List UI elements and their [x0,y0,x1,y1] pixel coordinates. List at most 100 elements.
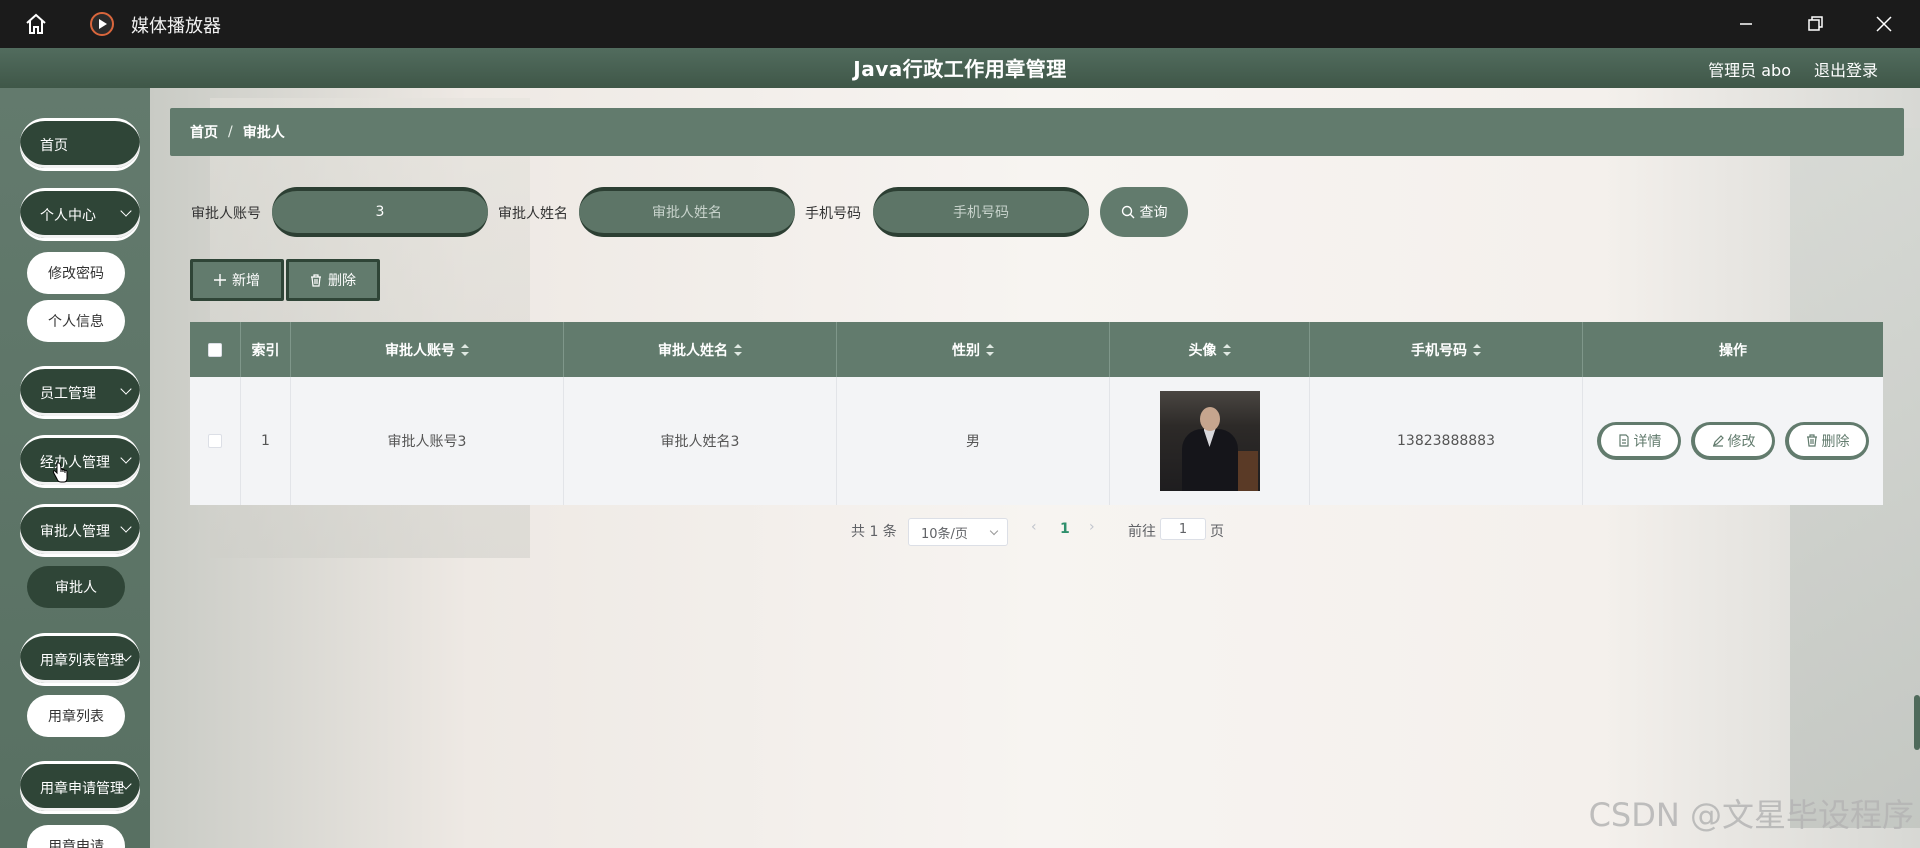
document-icon [1618,434,1629,447]
sort-icon[interactable] [1473,343,1481,356]
sidebar-item-approver[interactable]: 审批人 [27,566,125,608]
batch-delete-button-label: 删除 [328,273,356,289]
prev-page-icon[interactable]: ‹ [1031,519,1037,535]
search-icon [1121,205,1134,219]
batch-delete-button[interactable]: 删除 [286,259,380,301]
sidebar-item-employee-mgmt[interactable]: 员工管理 [20,366,140,416]
goto-page-input[interactable]: 1 [1160,518,1206,540]
name-search-input[interactable]: 审批人姓名 [579,187,795,237]
add-button-label: 新增 [232,273,260,289]
account-search-label: 审批人账号 [191,206,261,222]
query-button[interactable]: 查询 [1100,187,1188,237]
chevron-down-icon [120,521,132,533]
sidebar-item-seal-apply-mgmt[interactable]: 用章申请管理 [20,761,140,811]
watermark: CSDN @文星毕设程序 [1588,796,1914,834]
sidebar-item-handler-mgmt[interactable]: 经办人管理 [20,435,140,485]
detail-button[interactable]: 详情 [1597,422,1681,460]
header-avatar-label: 头像 [1188,342,1217,359]
edit-icon [1712,435,1724,447]
cell-index: 1 [241,377,291,505]
sort-icon[interactable] [986,343,994,356]
select-all-checkbox[interactable] [208,342,222,357]
page-size-select[interactable]: 10条/页 [908,518,1008,546]
cell-ops: 详情 修改 删除 [1583,377,1883,505]
plus-icon [214,274,226,286]
header-avatar[interactable]: 头像 [1110,322,1310,377]
sidebar-item-label: 首页 [40,137,68,154]
breadcrumb-current: 审批人 [242,125,285,141]
chevron-down-icon [120,383,132,395]
total-count: 共 1 条 [851,524,897,540]
account-search-input[interactable]: 3 [272,187,488,237]
header-phone[interactable]: 手机号码 [1310,322,1583,377]
name-search-label: 审批人姓名 [498,206,568,222]
admin-info: 管理员 abo [1708,61,1791,80]
header-gender[interactable]: 性别 [837,322,1110,377]
page-unit-label: 页 [1210,524,1224,540]
row-delete-button[interactable]: 删除 [1785,422,1869,460]
sidebar-item-label: 用章列表管理 [40,652,124,669]
scrollbar-thumb[interactable] [1914,695,1920,750]
sidebar-item-seal-list-mgmt[interactable]: 用章列表管理 [20,633,140,683]
header-index-label: 索引 [251,342,280,359]
row-checkbox[interactable] [208,434,222,448]
header-account-label: 审批人账号 [385,342,455,359]
minimize-icon[interactable] [1732,10,1760,38]
add-button[interactable]: 新增 [190,259,284,301]
cell-name: 审批人姓名3 [564,377,837,505]
sidebar-item-label: 审批人管理 [40,523,110,540]
next-page-icon[interactable]: › [1089,519,1095,535]
avatar[interactable] [1159,391,1260,491]
sidebar-item-label: 用章申请管理 [40,780,124,797]
sidebar-item-seal-list[interactable]: 用章列表 [27,695,125,737]
chevron-down-icon [989,526,999,536]
logout-link[interactable]: 退出登录 [1814,57,1878,81]
sidebar-item-label: 个人中心 [40,207,96,224]
header-gender-label: 性别 [952,342,980,359]
restore-icon[interactable] [1801,10,1829,38]
header-name-label: 审批人姓名 [658,342,728,359]
play-icon [88,10,116,38]
phone-search-label: 手机号码 [805,206,861,222]
sidebar: 首页 个人中心 修改密码 个人信息 员工管理 经办人管理 审批人管理 审批人 用… [0,88,150,848]
header-index: 索引 [241,322,291,377]
page-number-current[interactable]: 1 [1060,521,1070,537]
sidebar-item-change-password[interactable]: 修改密码 [27,252,125,294]
header-account[interactable]: 审批人账号 [291,322,564,377]
header-phone-label: 手机号码 [1411,342,1467,359]
trash-icon [1806,434,1817,447]
trash-icon [311,273,321,287]
sidebar-item-label: 员工管理 [40,385,96,402]
breadcrumb: 首页 / 审批人 [170,108,1904,156]
sidebar-item-personal-center[interactable]: 个人中心 [20,188,140,238]
sidebar-item-seal-apply[interactable]: 用章申请 [27,825,125,848]
breadcrumb-separator: / [228,124,233,140]
approver-table: 索引 审批人账号 审批人姓名 性别 头像 手机号码 操作 1 审批人账号3 审批… [190,322,1883,505]
phone-search-input[interactable]: 手机号码 [873,187,1089,237]
hand-cursor-icon [52,462,68,483]
sidebar-item-label: 经办人管理 [40,454,110,471]
page-size-value: 10条/页 [921,526,968,542]
sidebar-item-personal-info[interactable]: 个人信息 [27,300,125,342]
table-row: 1 审批人账号3 审批人姓名3 男 13823888883 详情 修改 删除 [190,377,1883,505]
sidebar-item-home[interactable]: 首页 [20,118,140,168]
breadcrumb-home[interactable]: 首页 [190,122,218,142]
sort-icon[interactable] [461,343,469,356]
cell-gender: 男 [837,377,1110,505]
header-ops-label: 操作 [1719,342,1747,359]
header-name[interactable]: 审批人姓名 [564,322,837,377]
player-title: 媒体播放器 [131,16,221,37]
close-icon[interactable] [1870,10,1898,38]
chevron-down-icon [120,452,132,464]
cell-phone: 13823888883 [1310,377,1583,505]
app-title: Java行政工作用章管理 [853,57,1067,81]
media-player-titlebar: 媒体播放器 [0,0,1920,48]
edit-button-label: 修改 [1727,433,1756,450]
header-ops: 操作 [1583,322,1883,377]
sort-icon[interactable] [1222,343,1231,356]
sort-icon[interactable] [734,343,742,356]
edit-button[interactable]: 修改 [1691,422,1775,460]
query-button-label: 查询 [1139,205,1168,221]
home-icon[interactable] [22,10,50,38]
sidebar-item-approver-mgmt[interactable]: 审批人管理 [20,504,140,554]
